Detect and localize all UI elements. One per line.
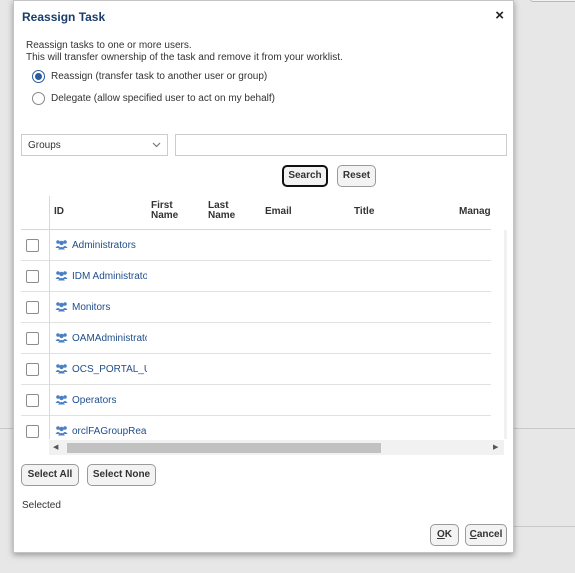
header-first-name[interactable]: First Name: [151, 201, 178, 221]
dialog-description: Reassign tasks to one or more users. Thi…: [26, 40, 343, 64]
search-type-value: Groups: [28, 140, 61, 151]
row-checkbox[interactable]: [26, 270, 39, 283]
description-line-1: Reassign tasks to one or more users.: [26, 40, 192, 51]
chevron-down-icon: [152, 140, 161, 150]
table-row[interactable]: Administrators: [21, 230, 491, 261]
cancel-label-rest: ancel: [476, 529, 503, 540]
reassign-task-dialog: Reassign Task × Reassign tasks to one or…: [13, 0, 514, 553]
header-id[interactable]: ID: [54, 207, 64, 217]
background-divider: [0, 428, 13, 429]
select-none-button[interactable]: Select None: [87, 464, 156, 486]
table-row[interactable]: OCS_PORTAL_U: [21, 354, 491, 385]
reassign-radio[interactable]: [32, 70, 45, 83]
delegate-option[interactable]: Delegate (allow specified user to act on…: [32, 92, 275, 105]
vertical-scrollbar[interactable]: ▲ ▼: [504, 230, 507, 439]
table-row[interactable]: Operators: [21, 385, 491, 416]
group-icon: [55, 270, 68, 281]
ok-button[interactable]: OK: [430, 524, 459, 546]
group-icon: [55, 332, 68, 343]
group-icon: [55, 363, 68, 374]
close-icon[interactable]: ×: [495, 7, 504, 24]
scroll-left-icon[interactable]: ◀: [53, 443, 58, 451]
background-divider: [514, 526, 575, 527]
row-checkbox[interactable]: [26, 363, 39, 376]
group-icon: [55, 394, 68, 405]
row-id-link[interactable]: OCS_PORTAL_U: [72, 364, 147, 375]
description-line-2: This will transfer ownership of the task…: [26, 52, 343, 63]
header-manager[interactable]: Manag: [459, 207, 491, 217]
group-icon: [55, 425, 68, 436]
ok-mnemonic: O: [436, 529, 445, 540]
row-id-link[interactable]: OAMAdministrator: [72, 333, 147, 344]
header-title[interactable]: Title: [354, 207, 374, 217]
column-divider: [49, 196, 50, 439]
cancel-mnemonic: C: [469, 529, 477, 540]
table-header: ID First Name Last Name Email Title Mana…: [21, 196, 491, 230]
row-id-link[interactable]: Administrators: [72, 240, 147, 251]
row-id-link[interactable]: IDM Administrator: [72, 271, 147, 282]
table-row[interactable]: OAMAdministrator: [21, 323, 491, 354]
row-checkbox[interactable]: [26, 425, 39, 438]
horizontal-scroll-thumb[interactable]: [67, 443, 381, 453]
background-window-edge: [530, 0, 575, 2]
delegate-radio[interactable]: [32, 92, 45, 105]
reassign-label: Reassign (transfer task to another user …: [51, 71, 268, 82]
reassign-option[interactable]: Reassign (transfer task to another user …: [32, 70, 267, 83]
search-type-select[interactable]: Groups: [21, 134, 168, 156]
reset-button[interactable]: Reset: [337, 165, 376, 187]
dialog-title: Reassign Task: [22, 10, 106, 24]
select-all-button[interactable]: Select All: [21, 464, 79, 486]
group-icon: [55, 301, 68, 312]
row-id-link[interactable]: Monitors: [72, 302, 147, 313]
header-first-name-line2: Name: [151, 210, 179, 221]
header-last-name-line2: Name: [208, 210, 236, 221]
row-id-link[interactable]: orclFAGroupReac: [72, 426, 147, 437]
delegate-label: Delegate (allow specified user to act on…: [51, 93, 276, 104]
scroll-corner: [21, 440, 49, 455]
search-button[interactable]: Search: [282, 165, 328, 187]
results-table: ID First Name Last Name Email Title Mana…: [21, 196, 507, 455]
row-id-link[interactable]: Operators: [72, 395, 147, 406]
background-divider: [514, 428, 575, 429]
group-icon: [55, 239, 68, 250]
header-last-name[interactable]: Last Name: [208, 201, 235, 221]
row-checkbox[interactable]: [26, 332, 39, 345]
scroll-right-icon[interactable]: ▶: [493, 443, 498, 451]
selected-label: Selected: [22, 500, 61, 511]
header-email[interactable]: Email: [265, 207, 292, 217]
table-row[interactable]: Monitors: [21, 292, 491, 323]
row-checkbox[interactable]: [26, 301, 39, 314]
row-checkbox[interactable]: [26, 394, 39, 407]
ok-label-rest: K: [444, 529, 452, 540]
cancel-button[interactable]: Cancel: [465, 524, 507, 546]
table-row[interactable]: IDM Administrator: [21, 261, 491, 292]
search-input[interactable]: [175, 134, 507, 156]
horizontal-scrollbar[interactable]: ◀ ▶: [49, 440, 504, 455]
row-checkbox[interactable]: [26, 239, 39, 252]
